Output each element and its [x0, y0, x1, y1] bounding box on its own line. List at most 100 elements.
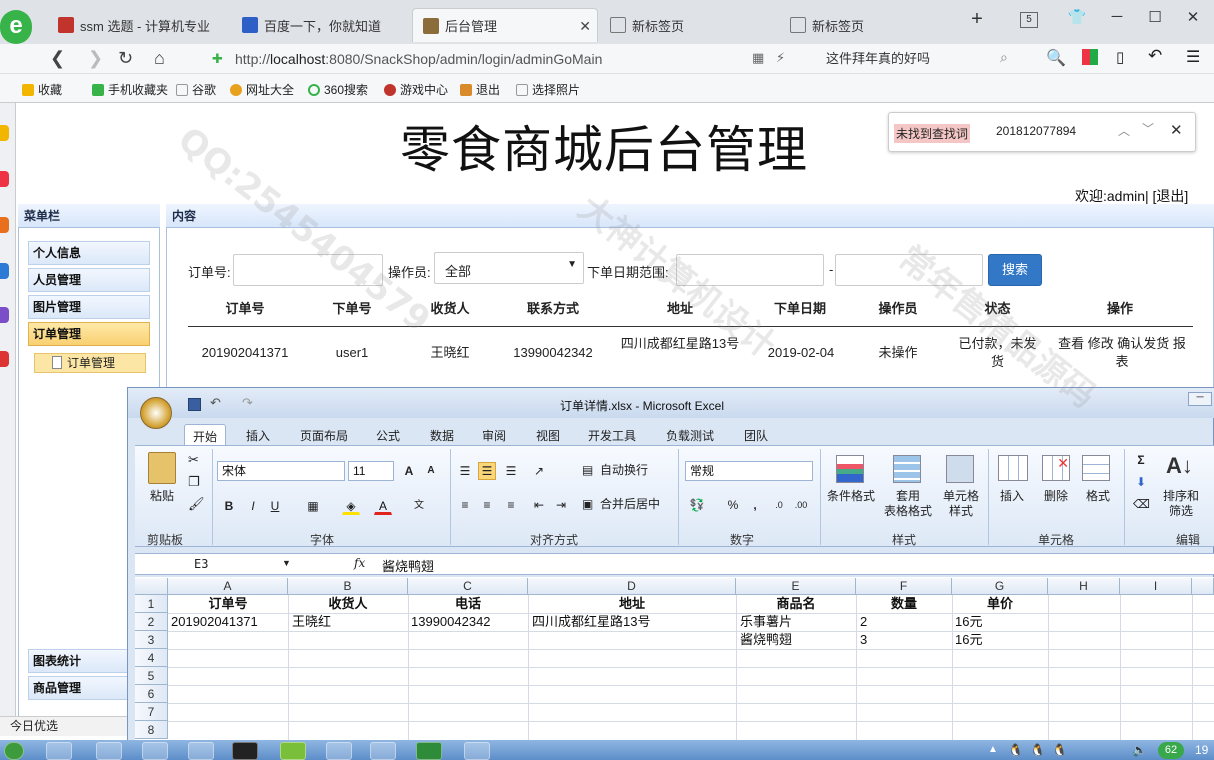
cell-G3[interactable]: 16元: [955, 631, 982, 649]
ribbon-tab-data[interactable]: 数据: [422, 424, 462, 447]
column-header[interactable]: B: [288, 578, 408, 595]
welcome-text[interactable]: 欢迎:admin| [退出]: [1075, 186, 1188, 206]
magnifier-icon[interactable]: 🔍: [1046, 48, 1066, 68]
align-top-icon[interactable]: ☰: [456, 462, 474, 480]
dock-app-icon[interactable]: [0, 125, 9, 141]
dock-app-icon[interactable]: [0, 307, 9, 323]
excel-minimize-icon[interactable]: ─: [1188, 392, 1212, 406]
chevron-down-icon[interactable]: ﹀: [1142, 120, 1154, 137]
ribbon-tab-developer[interactable]: 开发工具: [580, 424, 644, 447]
format-painter-icon[interactable]: 🖌: [188, 496, 205, 512]
dock-app-icon[interactable]: [0, 171, 9, 187]
cell-E1[interactable]: 商品名: [736, 595, 856, 613]
tray-badge[interactable]: 62: [1158, 742, 1184, 759]
cell-E2[interactable]: 乐事薯片: [740, 613, 792, 631]
start-button-icon[interactable]: [4, 742, 24, 760]
column-header[interactable]: E: [736, 578, 856, 595]
find-close-icon[interactable]: ✕: [1170, 121, 1183, 139]
explorer-taskbar-icon[interactable]: [46, 742, 72, 760]
back-icon[interactable]: ❮: [50, 48, 65, 69]
delete-button[interactable]: 删除: [1040, 489, 1072, 504]
column-header[interactable]: D: [528, 578, 736, 595]
terminal-taskbar-icon[interactable]: [232, 742, 258, 760]
ribbon-tab-review[interactable]: 审阅: [474, 424, 514, 447]
qq-taskbar-icon[interactable]: [370, 742, 396, 760]
cell-A1[interactable]: 订单号: [168, 595, 288, 613]
home-icon[interactable]: ⌂: [154, 48, 165, 69]
ribbon-tab-formulas[interactable]: 公式: [368, 424, 408, 447]
function-icon[interactable]: fx: [354, 556, 365, 570]
row-header[interactable]: 5: [135, 667, 168, 685]
ribbon-tab-loadtest[interactable]: 负载测试: [658, 424, 722, 447]
column-header[interactable]: I: [1120, 578, 1192, 595]
qq-tray-icon[interactable]: 🐧: [1008, 743, 1023, 757]
comma-icon[interactable]: ,: [746, 496, 764, 514]
shrink-font-icon[interactable]: A: [422, 462, 440, 480]
app-taskbar-icon[interactable]: [142, 742, 168, 760]
column-header[interactable]: G: [952, 578, 1048, 595]
row-header[interactable]: 2: [135, 613, 168, 631]
browser-search-input[interactable]: 这件拜年真的好吗: [826, 48, 1016, 70]
shirt-icon[interactable]: 👕: [1062, 8, 1092, 32]
autosum-icon[interactable]: Σ: [1132, 451, 1150, 469]
url-field[interactable]: http://localhost:8080/SnackShop/admin/lo…: [205, 48, 810, 70]
orientation-icon[interactable]: ↗: [530, 462, 548, 480]
dock-app-icon[interactable]: [0, 263, 9, 279]
cell-C1[interactable]: 电话: [408, 595, 528, 613]
apps-icon[interactable]: [1082, 49, 1098, 65]
dock-app-icon[interactable]: [0, 217, 9, 233]
font-color-icon[interactable]: A: [374, 497, 392, 515]
menu-item-profile[interactable]: 个人信息: [28, 241, 150, 265]
ribbon-tab-insert[interactable]: 插入: [238, 424, 278, 447]
wrap-text-button[interactable]: 自动换行: [600, 463, 648, 478]
phonetic-icon[interactable]: 文: [410, 497, 428, 515]
name-box[interactable]: E3: [136, 554, 292, 574]
app-taskbar-icon[interactable]: [464, 742, 490, 760]
table-format-button[interactable]: 套用 表格格式: [878, 489, 938, 519]
find-input[interactable]: 201812077894: [996, 124, 1076, 138]
fill-color-icon[interactable]: ◈: [342, 497, 360, 515]
cell-F2[interactable]: 2: [860, 613, 867, 631]
increase-indent-icon[interactable]: ⇥: [552, 496, 570, 514]
cell-E3[interactable]: 酱烧鸭翅: [740, 631, 792, 649]
align-bottom-icon[interactable]: ☰: [502, 462, 520, 480]
row-actions-links[interactable]: 查看 修改 确认发货 报表: [1058, 335, 1186, 371]
dock-app-icon[interactable]: [0, 351, 9, 367]
app-taskbar-icon[interactable]: [96, 742, 122, 760]
grow-font-icon[interactable]: A: [400, 462, 418, 480]
align-left-icon[interactable]: ≡: [456, 496, 474, 514]
refresh-icon[interactable]: ↻: [118, 48, 133, 69]
fav-google[interactable]: 谷歌: [176, 81, 216, 98]
sort-filter-button[interactable]: 排序和 筛选: [1158, 489, 1204, 519]
row-header[interactable]: 6: [135, 685, 168, 703]
tab-new-1[interactable]: 新标签页: [600, 8, 776, 42]
paste-button[interactable]: 粘贴: [146, 489, 178, 504]
number-format-select[interactable]: 常规: [685, 461, 813, 481]
maximize-icon[interactable]: ☐: [1140, 8, 1170, 32]
align-right-icon[interactable]: ≡: [502, 496, 520, 514]
percent-icon[interactable]: %: [724, 496, 742, 514]
menu-item-images[interactable]: 图片管理: [28, 295, 150, 319]
undo-icon[interactable]: ↶: [1148, 46, 1162, 66]
copy-icon[interactable]: ❐: [188, 474, 200, 490]
paste-icon[interactable]: [148, 452, 176, 484]
app-taskbar-icon[interactable]: [326, 742, 352, 760]
cell-style-button[interactable]: 单元格 样式: [940, 489, 982, 519]
format-button[interactable]: 格式: [1082, 489, 1114, 504]
menu-item-users[interactable]: 人员管理: [28, 268, 150, 292]
tab-new-2[interactable]: 新标签页: [780, 8, 956, 42]
date-start-input[interactable]: [676, 254, 824, 286]
cut-icon[interactable]: ✂: [188, 452, 199, 468]
fav-mobile[interactable]: 手机收藏夹: [92, 81, 168, 98]
redo-icon[interactable]: ↷: [242, 395, 253, 411]
cell-A2[interactable]: 201902041371: [171, 613, 258, 631]
cell-F3[interactable]: 3: [860, 631, 867, 649]
operator-select[interactable]: 全部 ▼: [434, 252, 584, 284]
new-tab-icon[interactable]: +: [962, 8, 992, 32]
cell-G2[interactable]: 16元: [955, 613, 982, 631]
undo-icon[interactable]: ↶: [210, 395, 221, 411]
excel-taskbar-icon[interactable]: [416, 742, 442, 760]
clear-icon[interactable]: ⌫: [1132, 495, 1150, 513]
office-button-icon[interactable]: [140, 397, 172, 429]
align-middle-icon[interactable]: ☰: [478, 462, 496, 480]
